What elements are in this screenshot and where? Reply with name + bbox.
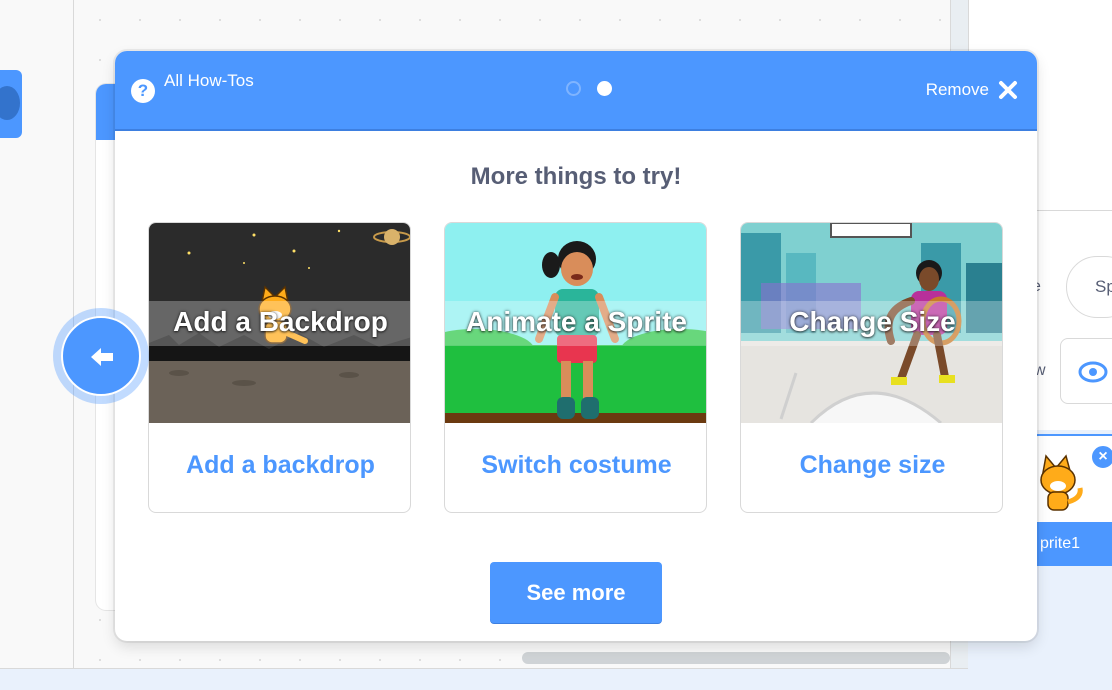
sprite-name-label: prite1 [1032,522,1112,566]
animate-sprite-thumbnail: Animate a Sprite [445,223,706,423]
howto-card: ? All How-Tos Remove More things to try! [115,51,1037,641]
tile-overlay-title: Change Size [789,306,956,337]
step-dot-1[interactable] [566,81,581,96]
tile-caption: Add a backdrop [186,451,375,479]
see-more-button[interactable]: See more [490,562,662,623]
tile-overlay-title: Add a Backdrop [173,306,388,337]
card-title: More things to try! [470,163,682,190]
tile-add-backdrop[interactable]: Add a Backdrop Add a backdrop [148,222,411,513]
tile-overlay-title: Animate a Sprite [466,306,687,337]
tile-caption: Switch costume [481,451,672,479]
backdrop-thumbnail: Add a Backdrop [149,223,410,423]
all-howtos-button[interactable]: ? All How-Tos [131,71,254,103]
close-icon [999,81,1017,99]
bottom-bar [0,668,1112,690]
back-button[interactable] [53,308,149,404]
question-mark-icon: ? [131,79,155,103]
step-indicator [566,81,612,96]
tile-switch-costume[interactable]: Animate a Sprite Switch costume [444,222,707,513]
sprite-thumbnail [1040,454,1083,511]
eye-icon[interactable] [1078,360,1108,384]
step-dot-2[interactable] [597,81,612,96]
remove-button[interactable]: Remove [926,79,1019,101]
tile-change-size[interactable]: Change Size Change size [740,222,1003,513]
back-button-inner [61,316,141,396]
howto-tiles: Add a Backdrop Add a backdrop Animate a … [148,222,1003,513]
arrow-left-icon [91,348,113,366]
remove-label: Remove [925,80,989,99]
change-size-thumbnail: Change Size [741,223,1002,423]
all-howtos-label: All How-Tos [164,71,254,90]
horizontal-scrollbar[interactable] [522,652,950,664]
card-header: ? All How-Tos Remove [115,51,1037,131]
tile-caption: Change size [799,451,946,479]
delete-sprite-icon[interactable]: × [1090,444,1112,470]
